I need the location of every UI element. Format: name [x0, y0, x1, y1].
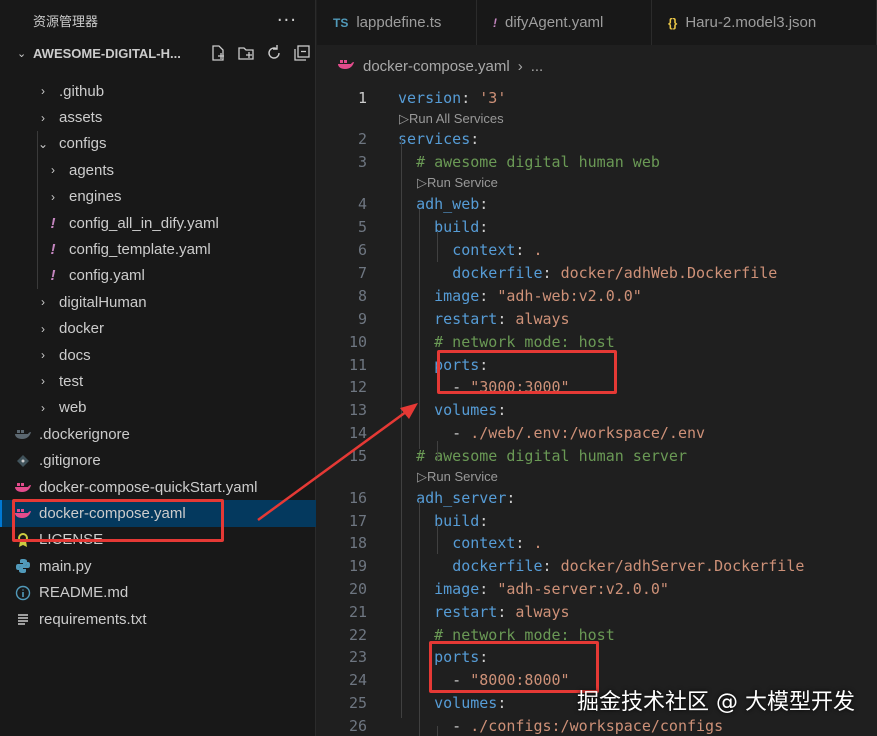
watermark: 掘金技术社区 @ 大模型开发 — [577, 690, 855, 715]
annotation-arrow — [257, 403, 418, 522]
highlight-box-file — [12, 499, 224, 542]
